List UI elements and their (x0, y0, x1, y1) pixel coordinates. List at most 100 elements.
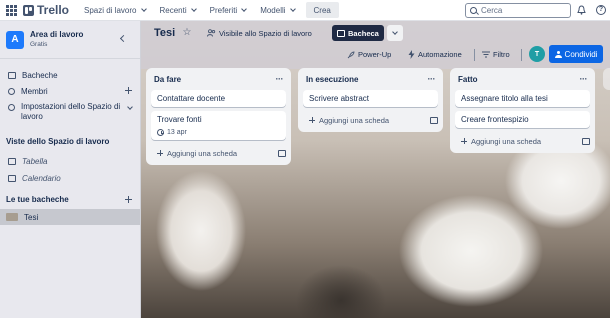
rocket-icon (347, 51, 355, 58)
sidebar-item-table[interactable]: Tabella (0, 155, 140, 167)
template-icon[interactable] (582, 137, 590, 145)
bell-icon[interactable] (577, 5, 586, 15)
star-icon[interactable]: ☆ (179, 25, 195, 41)
add-card-button[interactable]: Aggiungi una scheda (303, 114, 438, 126)
add-card-label: Aggiungi una scheda (319, 115, 390, 125)
settings-icon (8, 104, 15, 111)
apps-grid-icon[interactable] (6, 4, 17, 16)
visibility-button[interactable]: Visibile allo Spazio di lavoro (202, 25, 317, 41)
add-person-icon (554, 50, 562, 58)
chevron-down-icon (140, 6, 147, 12)
add-card-button[interactable]: Aggiungi una scheda (455, 135, 590, 147)
board-title[interactable]: Tesi (154, 27, 175, 39)
card-title: Scrivere abstract (309, 94, 370, 103)
card[interactable]: Trovare fonti 13 apr (151, 111, 286, 140)
lightning-icon (408, 50, 415, 59)
trello-logo[interactable]: Trello (23, 3, 69, 17)
list-in-esecuzione: In esecuzione ··· Scrivere abstract Aggi… (298, 68, 443, 132)
views-section-title: Viste dello Spazio di lavoro (6, 137, 110, 146)
plus-icon (157, 150, 163, 156)
clock-icon (157, 129, 164, 136)
views-dropdown[interactable] (387, 25, 403, 41)
filter-button[interactable]: Filtro (477, 47, 515, 62)
filter-icon (482, 51, 490, 58)
board-thumbnail (6, 213, 18, 221)
card-title: Creare frontespizio (461, 115, 529, 124)
board-view-icon (337, 29, 345, 37)
card[interactable]: Scrivere abstract (303, 90, 438, 107)
automation-button[interactable]: Automazione (403, 47, 467, 62)
menu-starred[interactable]: Preferiti (205, 2, 252, 18)
table-icon (8, 157, 16, 165)
menu-templates[interactable]: Modelli (255, 2, 299, 18)
board-view-label: Bacheca (348, 28, 379, 38)
list-fatto: Fatto ··· Assegnare titolo alla tesi Cre… (450, 68, 595, 153)
filter-label: Filtro (493, 50, 510, 59)
share-label: Condividi (564, 49, 598, 59)
board-view-button[interactable]: Bacheca (332, 25, 384, 41)
chevron-down-icon (190, 6, 197, 12)
sidebar: A Area di lavoro Gratis Bacheche Membri … (0, 21, 141, 318)
list-header[interactable]: Da fare ··· (151, 72, 286, 86)
card-title: Trovare fonti (157, 115, 202, 124)
sidebar-item-members[interactable]: Membri (0, 85, 140, 97)
menu-label: Modelli (260, 5, 286, 15)
toolbar-divider (521, 49, 522, 61)
search-icon (470, 7, 477, 14)
add-card-button[interactable]: Aggiungi una scheda (151, 147, 286, 159)
power-up-label: Power-Up (358, 50, 392, 59)
chevron-down-icon (392, 29, 398, 35)
add-list-placeholder[interactable] (603, 68, 610, 90)
add-board-icon[interactable] (125, 196, 132, 203)
members-icon (8, 87, 15, 95)
boards-icon (8, 71, 16, 79)
list-header[interactable]: In esecuzione ··· (303, 72, 438, 86)
add-card-label: Aggiungi una scheda (471, 136, 542, 146)
list-header[interactable]: Fatto ··· (455, 72, 590, 86)
sidebar-item-calendar[interactable]: Calendario (0, 172, 140, 184)
menu-label: Preferiti (209, 5, 238, 15)
sidebar-item-settings[interactable]: Impostazioni dello Spazio di lavoro (0, 102, 140, 124)
workspace-header[interactable]: A Area di lavoro Gratis (0, 21, 140, 59)
list-menu-icon[interactable]: ··· (276, 74, 284, 84)
plus-icon (309, 117, 315, 123)
menu-workspaces[interactable]: Spazi di lavoro (79, 2, 150, 18)
card[interactable]: Assegnare titolo alla tesi (455, 90, 590, 107)
sidebar-item-board-tesi[interactable]: Tesi (0, 209, 140, 225)
avatar[interactable]: T (529, 46, 545, 62)
power-up-button[interactable]: Power-Up (342, 47, 396, 62)
board-canvas: Tesi ☆ Visibile allo Spazio di lavoro Ba… (141, 21, 610, 318)
card-title: Contattare docente (157, 94, 226, 103)
help-icon[interactable]: ? (596, 5, 606, 15)
add-member-icon[interactable] (125, 87, 132, 94)
list-menu-icon[interactable]: ··· (580, 74, 588, 84)
list-title: In esecuzione (306, 74, 359, 84)
sidebar-item-label: Impostazioni dello Spazio di lavoro (21, 102, 121, 121)
plus-icon (461, 138, 467, 144)
list-title: Fatto (458, 74, 478, 84)
chevron-down-icon (127, 104, 133, 110)
search-placeholder: Cerca (481, 6, 503, 15)
workspace-name: Area di lavoro (30, 30, 84, 39)
card-title: Assegnare titolo alla tesi (461, 94, 548, 103)
list-title: Da fare (154, 74, 182, 84)
workspace-avatar: A (6, 30, 24, 49)
card[interactable]: Contattare docente (151, 90, 286, 107)
boards-section-title: Le tue bacheche (6, 195, 69, 204)
template-icon[interactable] (430, 116, 438, 124)
menu-recent[interactable]: Recenti (155, 2, 201, 18)
create-button[interactable]: Crea (305, 2, 339, 18)
automation-label: Automazione (418, 50, 462, 59)
card-due-badge: 13 apr (157, 129, 280, 136)
list-menu-icon[interactable]: ··· (428, 74, 436, 84)
sidebar-item-label: Calendario (22, 173, 61, 183)
template-icon[interactable] (278, 149, 286, 157)
search-input[interactable]: Cerca (465, 3, 571, 18)
visibility-label: Visibile allo Spazio di lavoro (219, 28, 312, 38)
sidebar-item-label: Tabella (22, 156, 48, 166)
add-card-label: Aggiungi una scheda (167, 148, 238, 158)
app-name: Trello (37, 3, 70, 17)
sidebar-item-boards[interactable]: Bacheche (0, 69, 140, 81)
card[interactable]: Creare frontespizio (455, 111, 590, 128)
share-button[interactable]: Condividi (549, 45, 603, 63)
